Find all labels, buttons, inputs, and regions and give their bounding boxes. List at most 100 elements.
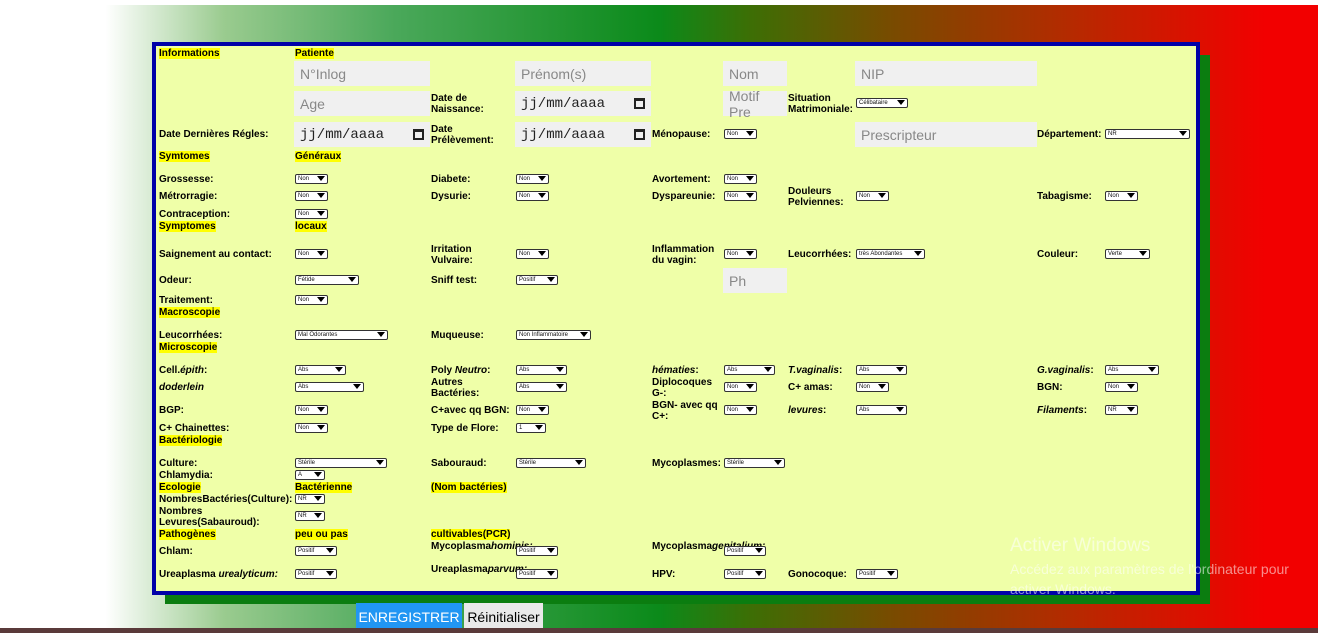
select-value: Stérile: [519, 460, 537, 466]
label-part: Poly: [431, 365, 455, 376]
contraception-select[interactable]: Non: [295, 209, 328, 219]
chevron-down-icon: [335, 367, 343, 372]
avortement-select[interactable]: Non: [724, 174, 757, 184]
hpv-select[interactable]: Positif: [724, 569, 766, 579]
grossesse-select[interactable]: Non: [295, 174, 328, 184]
cavec-select[interactable]: Non: [516, 405, 549, 415]
label-traitement: Traitement:: [159, 295, 213, 306]
label-date_prelevement: Date Prélèvement:: [431, 124, 494, 146]
cell-select[interactable]: Abs: [295, 365, 346, 375]
prenom-input[interactable]: Prénom(s): [515, 61, 651, 86]
prescripteur-input[interactable]: Prescripteur: [855, 122, 1037, 147]
irritation-select[interactable]: Non: [516, 249, 549, 259]
birth-date-input[interactable]: jj/mm/aaaa: [515, 91, 651, 116]
select-value: A: [298, 472, 303, 478]
label-italic-part: Filaments: [1037, 405, 1084, 416]
tvag-select[interactable]: Abs: [856, 365, 907, 375]
label-mycoplasmes: Mycoplasmes:: [652, 458, 721, 469]
myco_hom-select[interactable]: Positif: [516, 546, 558, 556]
gonocoque-select[interactable]: Positif: [856, 569, 898, 579]
odeur-select[interactable]: Fétide: [295, 275, 359, 285]
chevron-down-icon: [326, 571, 334, 576]
label-chlamydia: Chlamydia:: [159, 470, 213, 481]
select-value: Abs: [519, 367, 530, 373]
select-value: Non: [727, 131, 739, 137]
ph-input[interactable]: Ph: [723, 268, 787, 293]
metrorragie-select[interactable]: Non: [295, 191, 328, 201]
leucorrhees-select[interactable]: très Abondantes: [856, 249, 925, 259]
urea_u-select[interactable]: Positif: [295, 569, 337, 579]
menopause-select[interactable]: Non: [724, 129, 757, 139]
sniff-select[interactable]: Positif: [516, 275, 558, 285]
motif-input[interactable]: Motif Pre: [723, 88, 787, 120]
douleurs-select[interactable]: Non: [856, 191, 889, 201]
couleur-select[interactable]: Verte: [1105, 249, 1150, 259]
culture-select[interactable]: Stérile: [295, 458, 387, 468]
diabete-select[interactable]: Non: [516, 174, 549, 184]
leucorrhees2-select[interactable]: Mal Odorantes: [295, 330, 388, 340]
urea_p-select[interactable]: Positif: [516, 569, 558, 579]
select-value: NR: [298, 496, 307, 502]
autres-select[interactable]: Abs: [516, 382, 567, 392]
section-nom_bacteries: (Nom bactéries): [431, 482, 507, 493]
hematies-select[interactable]: Abs: [724, 365, 775, 375]
chevron-down-icon: [538, 193, 546, 198]
prelevement-date-input[interactable]: jj/mm/aaaa: [515, 122, 651, 147]
save-button[interactable]: ENREGISTRER: [356, 603, 462, 630]
chevron-down-icon: [538, 407, 546, 412]
ninlog-input[interactable]: N°Inlog: [294, 61, 430, 86]
chlamydia-select[interactable]: A: [295, 470, 325, 480]
filaments-select[interactable]: NR: [1105, 405, 1138, 415]
select-value: Abs: [1108, 367, 1119, 373]
doderlein-select[interactable]: Abs: [295, 382, 364, 392]
label-nombres_bact: NombresBactéries(Culture):: [159, 494, 293, 505]
bgn-select[interactable]: Non: [1105, 382, 1138, 392]
bgnavec-select[interactable]: Non: [724, 405, 757, 415]
bgp-select[interactable]: Non: [295, 405, 328, 415]
sabouraud-select[interactable]: Stérile: [516, 458, 586, 468]
chlam-select[interactable]: Positif: [295, 546, 337, 556]
levures-select[interactable]: Abs: [856, 405, 907, 415]
calendar-icon[interactable]: [634, 98, 645, 109]
label-inflammation: Inflammation du vagin:: [652, 244, 715, 266]
label-doderlein: doderlein: [159, 382, 205, 393]
calendar-icon[interactable]: [634, 129, 645, 140]
nombres_lev-select[interactable]: NR: [295, 511, 325, 521]
camas-select[interactable]: Non: [856, 382, 889, 392]
chevron-down-icon: [1127, 407, 1135, 412]
ddr-date-input[interactable]: jj/mm/aaaa: [294, 122, 430, 147]
dyspareunie-select[interactable]: Non: [724, 191, 757, 201]
situation-select[interactable]: Célibataire: [856, 98, 908, 108]
myco_gen-select[interactable]: Positif: [724, 546, 766, 556]
chevron-down-icon: [746, 193, 754, 198]
diplo-select[interactable]: Non: [724, 382, 757, 392]
saignement-select[interactable]: Non: [295, 249, 328, 259]
label-grossesse: Grossesse:: [159, 174, 214, 185]
dysurie-select[interactable]: Non: [516, 191, 549, 201]
nombres_bact-select[interactable]: NR: [295, 494, 325, 504]
chevron-down-icon: [314, 513, 322, 518]
age-input[interactable]: Age: [294, 91, 430, 116]
chevron-down-icon: [887, 571, 895, 576]
label-odeur: Odeur:: [159, 275, 192, 286]
gvag-select[interactable]: Abs: [1105, 365, 1159, 375]
mycoplasmes-select[interactable]: Stérile: [724, 458, 785, 468]
chevron-down-icon: [538, 251, 546, 256]
flore-select[interactable]: 1: [516, 423, 546, 433]
label-contraception: Contraception:: [159, 209, 231, 220]
chainettes-select[interactable]: Non: [295, 423, 328, 433]
chevron-down-icon: [535, 425, 543, 430]
poly-select[interactable]: Abs: [516, 365, 567, 375]
nom-input[interactable]: Nom: [723, 61, 787, 86]
chevron-down-icon: [746, 407, 754, 412]
departement-select[interactable]: NR: [1105, 129, 1190, 139]
nip-input[interactable]: NIP: [855, 61, 1037, 86]
chevron-down-icon: [314, 496, 322, 501]
reset-button[interactable]: Réinitialiser: [464, 603, 543, 630]
inflammation-select[interactable]: Non: [724, 249, 757, 259]
calendar-icon[interactable]: [413, 129, 424, 140]
label-italic-part: urealyticum:: [218, 569, 278, 580]
tabagisme-select[interactable]: Non: [1105, 191, 1138, 201]
muqueuse-select[interactable]: Non Inflammatoire: [516, 330, 591, 340]
traitement-select[interactable]: Non: [295, 295, 328, 305]
